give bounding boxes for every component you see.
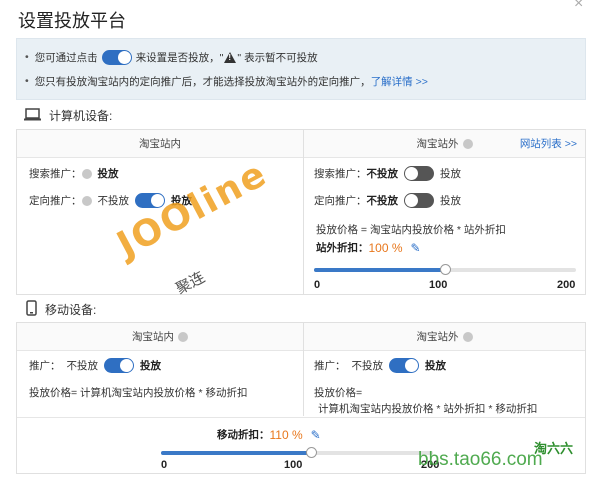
promo-label: 推广： [29,360,61,372]
toggle-off-label: 不投放 [366,195,399,207]
site-list-link[interactable]: 网站列表 >> [520,136,577,151]
discount-value: 100 % [368,240,403,255]
notice-line-1: • 您可通过点击 来设置是否投放，" " 表示暂不可投放 [25,45,577,69]
toggle-off-label: 不投放 [366,168,399,180]
target-promo-label: 定向推广： [29,195,82,207]
mobile-inside-header: 淘宝站内 [17,323,303,351]
mobile-outside-promo-toggle[interactable] [389,358,419,373]
mobile-section-label: 移动设备: [45,303,97,317]
mobile-discount-row: 移动折扣： 110 % ✎ [217,427,321,442]
price-formula-text: 投放价格= 计算机淘宝站内投放价格 * 移动折扣 [29,387,248,399]
mobile-outside-promo-row: 推广： 不投放 投放 [314,358,446,373]
pc-section-label: 计算机设备: [49,109,113,123]
slider-tick-max: 200 [557,279,576,291]
toggle-on-label: 投放 [140,360,161,372]
slider-fill [161,451,311,455]
toggle-on-label: 投放 [440,168,461,180]
toggle-off-label: 不投放 [97,195,130,207]
help-icon[interactable] [462,331,473,342]
toggle-on-label: 投放 [440,195,461,207]
mobile-discount-slider[interactable] [161,447,433,458]
pc-outside-target-toggle[interactable] [404,193,434,208]
help-icon[interactable] [178,331,188,342]
row-divider [17,417,585,418]
slider-tick-min: 0 [314,279,321,291]
pc-outside-discount-slider[interactable] [314,264,576,275]
discount-label: 移动折扣： [217,429,270,441]
slider-tick-mid: 100 [429,279,448,291]
pc-outside-discount-row: 站外折扣： 100 % ✎ [316,240,421,255]
help-icon[interactable] [81,168,92,179]
bullet-icon: • [25,51,29,63]
toggle-off-label: 不投放 [66,360,99,372]
mobile-outside-header-label: 淘宝站外 [416,331,459,343]
slider-handle[interactable] [305,447,317,458]
target-promo-label: 定向推广： [314,195,367,207]
notice-line1-suffix: " 表示暂不可投放 [237,51,318,64]
mobile-section-heading: 移动设备: [26,300,96,319]
price-formula-text: 投放价格= [314,387,363,399]
mobile-outside-price-line1: 投放价格= [314,385,362,400]
mobile-inside-price-formula: 投放价格= 计算机淘宝站内投放价格 * 移动折扣 [29,385,247,400]
bullet-icon: • [25,75,29,87]
mobile-outside-price-line2: 计算机淘宝站内投放价格 * 站外折扣 * 移动折扣 [318,401,537,416]
pc-outside-price-formula: 投放价格 = 淘宝站内投放价格 * 站外折扣 [316,222,506,237]
slider-handle[interactable] [440,264,451,275]
notice-line1-mid: 来设置是否投放，" [135,51,224,64]
price-formula-text: 投放价格 = 淘宝站内投放价格 * 站外折扣 [316,224,506,236]
promo-label: 推广： [314,360,346,372]
search-promo-value: 投放 [97,168,119,180]
discount-label: 站外折扣： [316,242,369,254]
toggle-off-label: 不投放 [351,360,384,372]
laptop-icon [24,107,41,124]
toggle-on-label: 投放 [425,360,446,372]
notice-line1-prefix: 您可通过点击 [34,51,98,64]
learn-more-link[interactable]: 了解详情 >> [371,74,428,89]
site-watermark: bbs.tao66.com [418,449,543,470]
pc-outside-header: 淘宝站外 网站列表 >> [304,130,585,158]
search-promo-label: 搜索推广： [29,168,82,180]
slider-tick-mid: 100 [284,459,303,471]
pc-inside-header: 淘宝站内 [17,130,303,158]
pencil-edit-icon[interactable]: ✎ [311,428,321,442]
column-divider [303,130,304,294]
pc-outside-search-toggle[interactable] [404,166,434,181]
pencil-edit-icon[interactable]: ✎ [411,241,421,255]
toggle-sample-icon [101,49,132,65]
search-promo-label: 搜索推广： [314,168,367,180]
discount-value: 110 % [269,427,303,442]
pc-outside-header-label: 淘宝站外 [416,138,459,150]
warning-icon [224,51,237,63]
slider-fill [314,268,445,272]
notice-line2-text: 您只有投放淘宝站内的定向推广后，才能选择投放淘宝站外的定向推广， [34,75,371,88]
info-notice: • 您可通过点击 来设置是否投放，" " 表示暂不可投放 • 您只有投放淘宝站内… [16,38,586,100]
pc-section-heading: 计算机设备: [24,107,112,124]
mobile-inside-header-label: 淘宝站内 [132,331,174,343]
pc-outside-target-row: 定向推广： 不投放 投放 [314,193,461,208]
column-divider [303,323,304,416]
help-icon[interactable] [81,195,92,206]
close-icon[interactable]: × [574,0,583,13]
pc-settings-table: 淘宝站内 淘宝站外 网站列表 >> 搜索推广： 投放 定向推广： 不投放 投放 … [16,129,586,295]
dialog-title: 设置投放平台 [18,11,126,31]
notice-line-2: • 您只有投放淘宝站内的定向推广后，才能选择投放淘宝站外的定向推广， 了解详情 … [25,69,577,93]
pc-inside-search-row: 搜索推广： 投放 [29,166,119,181]
help-icon[interactable] [462,138,473,149]
slider-tick-min: 0 [161,459,168,471]
pc-inside-header-label: 淘宝站内 [139,138,181,150]
mobile-inside-promo-toggle[interactable] [104,358,134,373]
mobile-phone-icon [26,300,37,319]
site-cn-watermark: 淘六六 [534,441,574,456]
mobile-inside-promo-row: 推广： 不投放 投放 [29,358,161,373]
mobile-outside-header: 淘宝站外 [304,323,585,351]
pc-outside-search-row: 搜索推广： 不投放 投放 [314,166,461,181]
price-formula-text: 计算机淘宝站内投放价格 * 站外折扣 * 移动折扣 [318,403,538,415]
